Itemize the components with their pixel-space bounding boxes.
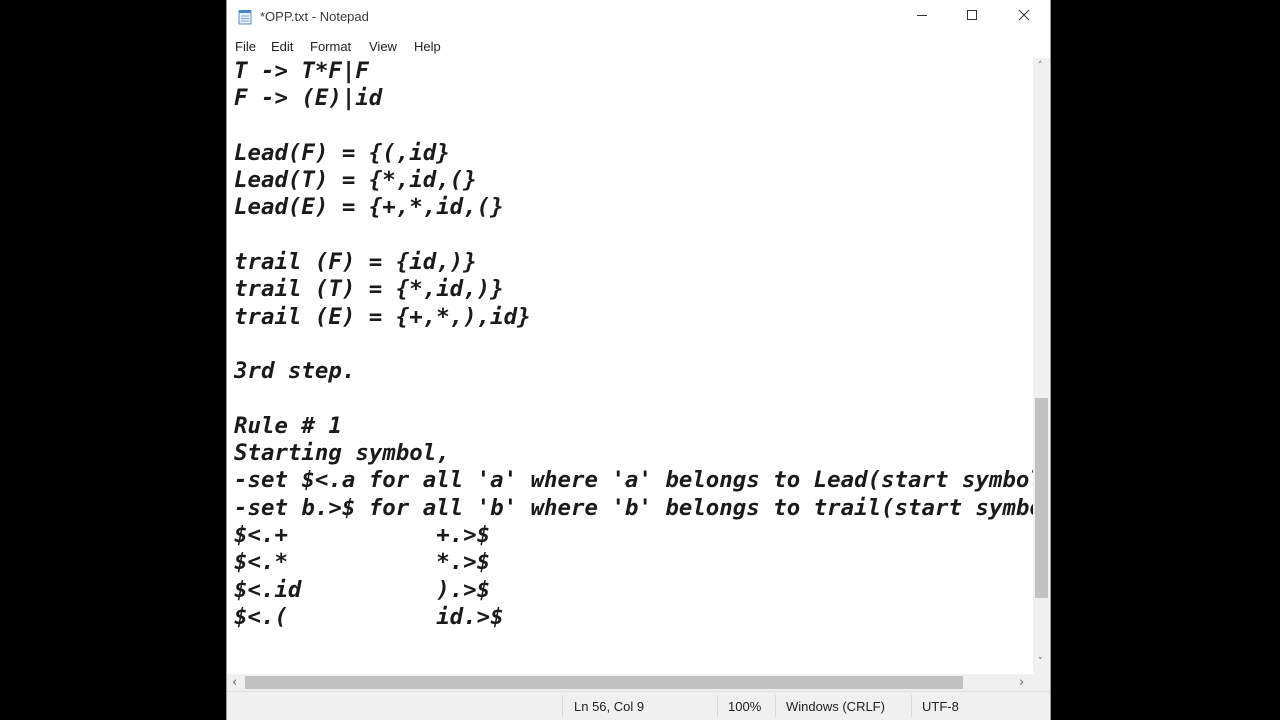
menu-bar: File Edit Format View Help	[227, 34, 1050, 58]
vertical-scroll-thumb[interactable]	[1035, 398, 1048, 598]
close-icon	[1018, 8, 1030, 26]
scroll-right-arrow-icon[interactable]: ›	[1019, 676, 1024, 689]
scroll-up-arrow-icon[interactable]: ˄	[1038, 62, 1043, 71]
notepad-icon	[237, 9, 253, 25]
close-button[interactable]	[998, 0, 1050, 34]
status-divider	[911, 695, 912, 717]
title-bar[interactable]: *OPP.txt - Notepad	[227, 0, 1050, 34]
line-ending: Windows (CRLF)	[786, 699, 885, 714]
menu-edit[interactable]: Edit	[271, 39, 293, 54]
notepad-window: *OPP.txt - Notepad File Edit Format View…	[226, 0, 1051, 720]
maximize-button[interactable]	[946, 0, 998, 34]
status-divider	[717, 695, 718, 717]
menu-format[interactable]: Format	[310, 39, 351, 54]
scroll-left-arrow-icon[interactable]: ‹	[232, 676, 237, 689]
status-divider	[562, 695, 563, 717]
menu-help[interactable]: Help	[414, 39, 441, 54]
editor-content[interactable]: T -> T*F|F F -> (E)|id Lead(F) = {(,id} …	[234, 58, 1033, 631]
text-editor-area[interactable]: T -> T*F|F F -> (E)|id Lead(F) = {(,id} …	[227, 58, 1033, 674]
scroll-down-arrow-icon[interactable]: ˅	[1038, 658, 1043, 667]
status-bar: Ln 56, Col 9 100% Windows (CRLF) UTF-8	[227, 691, 1050, 720]
cursor-position: Ln 56, Col 9	[574, 699, 645, 714]
menu-file[interactable]: File	[235, 39, 256, 54]
scrollbar-corner	[1033, 674, 1050, 691]
vertical-scrollbar[interactable]: ˄ ˅	[1033, 58, 1050, 674]
minimize-button[interactable]	[896, 0, 948, 34]
zoom-level: 100%	[728, 699, 762, 714]
window-title: *OPP.txt - Notepad	[260, 9, 369, 24]
maximize-icon	[966, 8, 978, 26]
status-divider	[775, 695, 776, 717]
horizontal-scrollbar[interactable]: ‹ ›	[227, 674, 1033, 691]
horizontal-scroll-thumb[interactable]	[245, 676, 963, 689]
menu-view[interactable]: View	[369, 39, 397, 54]
encoding: UTF-8	[922, 699, 959, 714]
minimize-icon	[916, 8, 928, 26]
